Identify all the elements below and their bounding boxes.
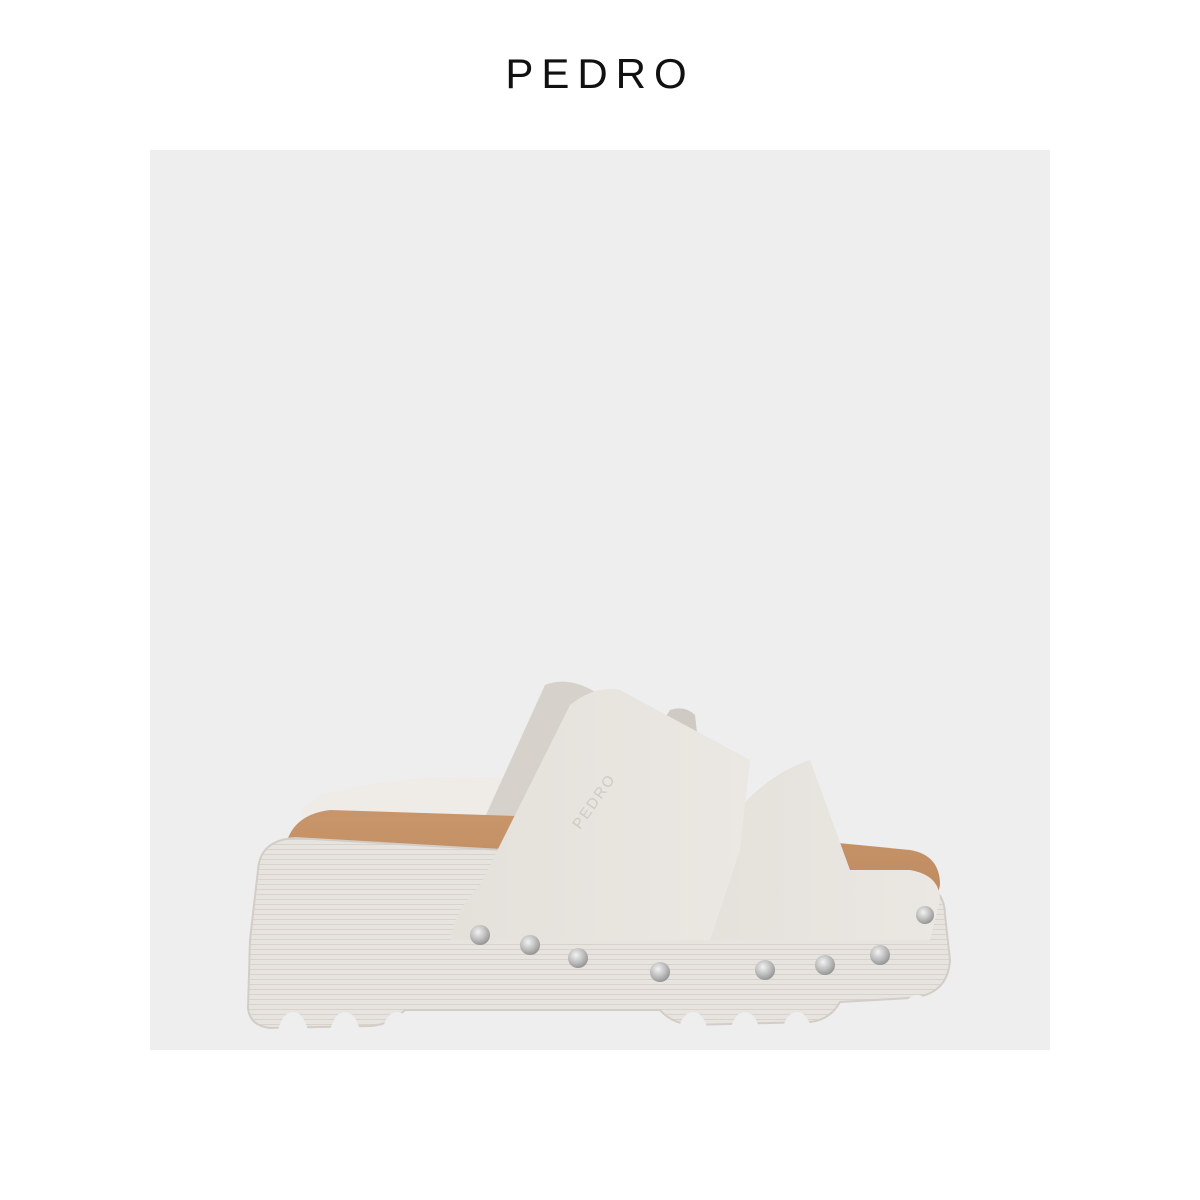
brand-logo: PEDRO [505,50,695,97]
product-image: PEDRO [246,681,952,1030]
